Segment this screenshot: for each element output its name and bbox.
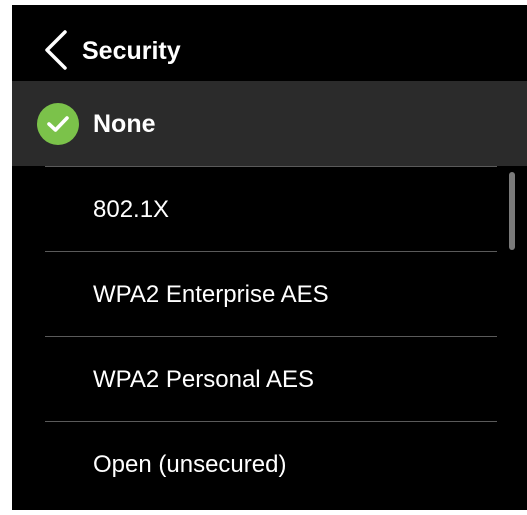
header: Security (12, 5, 527, 81)
back-button[interactable] (38, 27, 74, 73)
selected-option-label: None (93, 110, 156, 138)
security-option-open-unsecured[interactable]: Open (unsecured) (45, 421, 497, 506)
security-option-802-1x[interactable]: 802.1X (45, 166, 497, 251)
security-option-selected[interactable]: None (12, 81, 527, 166)
chevron-left-icon (45, 30, 67, 70)
check-circle-icon (37, 103, 79, 145)
page-title: Security (82, 37, 181, 65)
scrollbar-thumb[interactable] (509, 172, 515, 250)
option-label: Open (unsecured) (93, 451, 287, 478)
security-screen: Security None 802.1X WPA2 Enterprise AES… (12, 5, 527, 510)
security-option-wpa2-personal-aes[interactable]: WPA2 Personal AES (45, 336, 497, 421)
option-label: WPA2 Personal AES (93, 366, 314, 393)
security-option-wpa2-enterprise-aes[interactable]: WPA2 Enterprise AES (45, 251, 497, 336)
option-label: 802.1X (93, 196, 170, 223)
option-label: WPA2 Enterprise AES (93, 281, 329, 308)
